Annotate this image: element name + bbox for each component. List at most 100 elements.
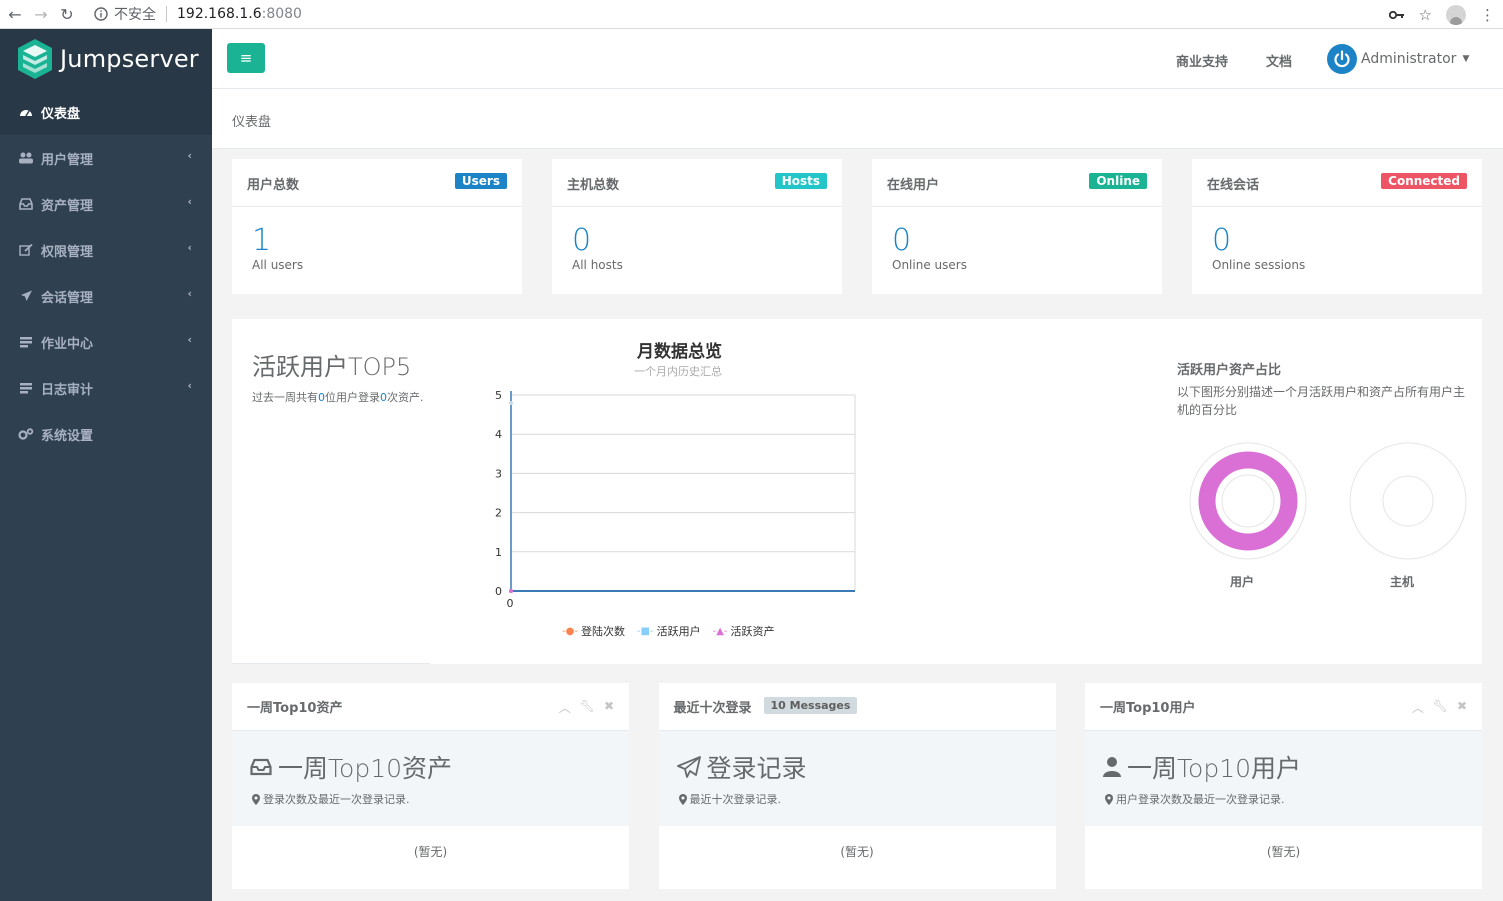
dashboard-icon [18,106,34,118]
user-name: Administrator [1361,51,1457,67]
wrench-icon[interactable]: 🔧︎ [1433,699,1448,716]
browser-menu-icon[interactable]: ⋮ [1480,6,1495,24]
wrench-icon[interactable]: 🔧︎ [580,699,595,716]
top5-desc-mid: 位用户登录 [325,391,380,404]
edit-icon [18,244,34,256]
legend-marker-icon: -▲- [712,625,728,637]
overview-panel: 活跃用户TOP5 过去一周共有0位用户登录0次资产. 月数据总览 一个月内历史汇… [232,319,1482,664]
menu-bars-icon: ≡ [239,49,253,67]
chevron-left-icon: ‹ [187,149,192,162]
chevron-left-icon: ‹ [187,333,192,346]
logo[interactable]: Jumpserver [0,29,212,89]
sidebar-item-label: 会话管理 [41,290,94,306]
y-tick-label: 3 [495,467,502,480]
panel-heading: 登录记录 [706,754,807,783]
sidebar-item-2[interactable]: 资产管理 ‹ [0,181,212,227]
data-point [509,589,513,593]
reload-icon[interactable]: ↻ [54,3,80,25]
gears-icon [18,428,34,440]
stat-value: 0 [1212,223,1232,258]
collapse-chevron-up-icon[interactable]: ︿ [1412,699,1424,716]
stat-title: 用户总数 [247,178,300,193]
sidebar-item-label: 日志审计 [41,382,94,398]
power-icon [1327,44,1357,74]
forward-icon[interactable]: → [28,3,54,25]
bookmark-star-icon[interactable]: ☆ [1419,6,1432,24]
top5-description: 过去一周共有0位用户登录0次资产. [252,389,428,406]
chevron-left-icon: ‹ [187,241,192,254]
inbox-icon [18,198,34,210]
stat-box-2: 在线用户 Online 0 Online users [872,159,1162,294]
divider [232,663,430,664]
top-navbar: ≡ 商业支持 文档 Administrator ▼ [212,29,1503,89]
stat-title: 在线会话 [1207,178,1260,193]
address-bar[interactable]: 不安全 192.168.1.6:8080 [94,4,302,24]
breadcrumb-current: 仪表盘 [232,115,272,130]
stat-box-1: 主机总数 Hosts 0 All hosts [552,159,842,294]
breadcrumb: 仪表盘 [212,89,1503,149]
panel-summary: 一周Top10资产 登录次数及最近一次登录记录. [232,731,629,826]
support-link[interactable]: 商业支持 [1176,51,1228,70]
stat-box-3: 在线会话 Connected 0 Online sessions [1192,159,1482,294]
sidebar-item-4[interactable]: 会话管理 ‹ [0,273,212,319]
legend-marker-icon: -●- [562,625,578,637]
close-icon[interactable]: ✖ [604,699,614,716]
stat-box-0: 用户总数 Users 1 All users [232,159,522,294]
profile-avatar-icon[interactable] [1446,4,1466,25]
panel-title: 一周Top10资产 [247,701,343,716]
sidebar-item-label: 作业中心 [41,336,94,352]
data-point [509,589,513,593]
stat-value: 0 [892,223,912,258]
stat-subtitle: All hosts [572,258,623,272]
y-tick-label: 2 [495,507,502,520]
user-menu[interactable]: Administrator ▼ [1327,44,1469,74]
sidebar-item-5[interactable]: 作业中心 ‹ [0,319,212,365]
ratio-title: 活跃用户资产占比 [1177,363,1282,378]
info-icon [94,7,108,21]
chevron-left-icon: ‹ [187,195,192,208]
sidebar-item-label: 资产管理 [41,198,94,214]
sidebar-item-6[interactable]: 日志审计 ‹ [0,365,212,411]
security-label: 不安全 [114,7,156,23]
back-icon[interactable]: ← [2,3,28,25]
panel-description: 用户登录次数及最近一次登录记录. [1116,793,1285,806]
sidebar-item-0[interactable]: 仪表盘 [0,89,212,135]
bottom-panel-1: 最近十次登录 10 Messages 登录记录 最近十次登录记录. (暂无) [658,683,1056,889]
legend-item[interactable]: -●- 登陆次数 [562,623,625,639]
paper-plane-icon [676,756,701,778]
host-donut-label: 主机 [1390,575,1415,589]
panel-heading: 一周Top10用户 [1127,754,1301,783]
legend-item[interactable]: -■- 活跃用户 [637,623,701,639]
user-donut-label: 用户 [1230,575,1255,589]
sidebar-item-label: 仪表盘 [41,106,81,122]
bottom-panel-2: 一周Top10用户 ︿ 🔧︎ ✖ 一周Top10用户 用户登录次数及最近一次登录记录. (暂… [1085,683,1482,889]
logo-text: Jumpserver [60,45,199,73]
top5-desc-pre: 过去一周共有 [252,391,318,404]
stat-subtitle: Online sessions [1212,258,1306,272]
stat-badge: Users [454,173,507,189]
sidebar-toggle-button[interactable]: ≡ [227,43,265,73]
stat-title: 在线用户 [887,178,940,193]
map-marker-icon [678,793,687,805]
map-marker-icon [252,793,260,805]
sidebar-item-7[interactable]: 系统设置 [0,411,212,457]
user-icon [1103,756,1121,778]
stat-badge: Online [1089,173,1147,189]
rocket-icon [18,290,34,302]
close-icon[interactable]: ✖ [1457,699,1467,716]
y-tick-label: 4 [495,428,502,441]
map-marker-icon [1105,793,1113,805]
docs-link[interactable]: 文档 [1266,51,1292,70]
stat-title: 主机总数 [567,178,620,193]
sidebar-item-label: 系统设置 [41,428,94,444]
legend-label: 活跃资产 [730,625,775,638]
key-icon[interactable] [1388,9,1405,21]
sidebar-item-1[interactable]: 用户管理 ‹ [0,135,212,181]
panel-summary: 登录记录 最近十次登录记录. [658,731,1056,826]
top5-desc-post: 次资产. [387,391,424,404]
sidebar-item-3[interactable]: 权限管理 ‹ [0,227,212,273]
panel-title: 最近十次登录 [673,701,752,716]
collapse-chevron-up-icon[interactable]: ︿ [559,699,571,716]
legend-item[interactable]: -▲- 活跃资产 [713,623,775,639]
sidebar-item-label: 权限管理 [41,244,94,260]
